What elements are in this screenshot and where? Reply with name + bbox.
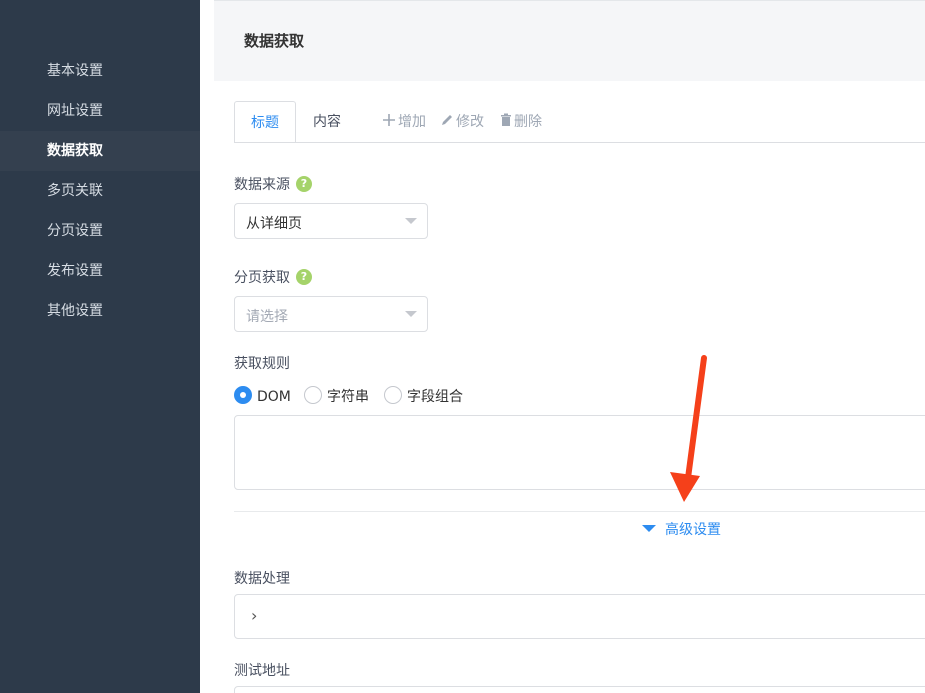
caret-down-icon (642, 524, 656, 532)
divider (234, 511, 925, 512)
processing-label: 数据处理 (234, 571, 290, 587)
add-button-label: 增加 (398, 114, 426, 130)
data-source-select[interactable]: 从详细页 (234, 203, 428, 239)
edit-button[interactable]: 修改 (440, 101, 484, 143)
radio-checked-icon (234, 386, 252, 404)
sidebar-item-pagination-settings[interactable]: 分页设置 (0, 211, 200, 251)
test-url-input[interactable] (234, 686, 925, 693)
test-url-label: 测试地址 (234, 663, 290, 679)
radio-field-combo[interactable]: 字段组合 (384, 386, 463, 408)
chevron-right-icon: › (251, 606, 258, 625)
data-source-value: 从详细页 (246, 216, 302, 232)
tab-title[interactable]: 标题 (234, 101, 296, 143)
radio-dom-label: DOM (257, 389, 291, 405)
data-source-label: 数据来源? (234, 174, 312, 194)
radio-field-combo-label: 字段组合 (407, 389, 463, 405)
tab-content[interactable]: 内容 (300, 101, 354, 143)
advanced-settings-toggle[interactable]: 高级设置 (642, 519, 721, 541)
radio-unchecked-icon (304, 386, 322, 404)
pagination-select[interactable]: 请选择 (234, 296, 428, 332)
data-source-label-text: 数据来源 (234, 177, 290, 193)
plus-icon (382, 102, 396, 144)
pencil-icon (440, 102, 454, 144)
sidebar-item-other-settings[interactable]: 其他设置 (0, 291, 200, 331)
sidebar: 基本设置 网址设置 数据获取 多页关联 分页设置 发布设置 其他设置 (0, 0, 200, 693)
edit-button-label: 修改 (456, 114, 484, 130)
chevron-down-icon (405, 311, 417, 317)
sidebar-item-multipage[interactable]: 多页关联 (0, 171, 200, 211)
sidebar-item-publish-settings[interactable]: 发布设置 (0, 251, 200, 291)
chevron-down-icon (405, 218, 417, 224)
radio-string[interactable]: 字符串 (304, 386, 369, 408)
advanced-settings-label: 高级设置 (665, 522, 721, 538)
help-icon[interactable]: ? (296, 269, 312, 285)
processing-collapse[interactable]: › (234, 594, 925, 639)
radio-dom[interactable]: DOM (234, 386, 291, 408)
add-button[interactable]: 增加 (382, 101, 426, 143)
pagination-label: 分页获取? (234, 267, 312, 287)
sidebar-item-basic-settings[interactable]: 基本设置 (0, 51, 200, 91)
delete-button[interactable]: 删除 (500, 101, 542, 143)
rule-label: 获取规则 (234, 356, 290, 372)
sidebar-item-url-settings[interactable]: 网址设置 (0, 91, 200, 131)
pagination-placeholder: 请选择 (246, 309, 288, 325)
sidebar-item-data-fetch[interactable]: 数据获取 (0, 131, 200, 171)
delete-button-label: 删除 (514, 114, 542, 130)
radio-unchecked-icon (384, 386, 402, 404)
page-title: 数据获取 (244, 32, 305, 50)
pagination-label-text: 分页获取 (234, 270, 290, 286)
trash-icon (500, 102, 512, 144)
help-icon[interactable]: ? (296, 176, 312, 192)
tabs-underline (234, 142, 925, 143)
page-header: 数据获取 (214, 0, 925, 81)
radio-string-label: 字符串 (327, 389, 369, 405)
rule-textarea[interactable] (234, 415, 925, 490)
